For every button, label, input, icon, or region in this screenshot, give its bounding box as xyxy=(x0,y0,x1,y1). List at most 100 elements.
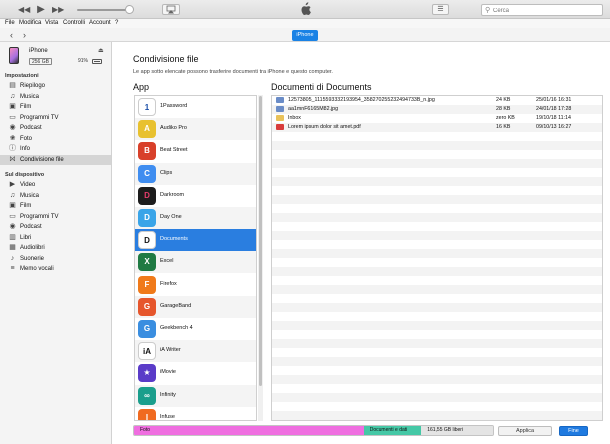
app-name: Excel xyxy=(160,258,174,265)
document-size: 16 KB xyxy=(496,124,511,130)
app-row-infuse[interactable]: I Infuse xyxy=(135,407,256,420)
storage-segment: Foto xyxy=(134,426,364,435)
sidebar-item-musica[interactable]: ♫ Musica xyxy=(0,92,111,102)
sidebar-item-film[interactable]: ▣ Film xyxy=(0,201,111,211)
sidebar-item-label: Libri xyxy=(20,234,32,241)
app-row-infinity[interactable]: ∞ Infinity xyxy=(135,384,256,407)
forward-arrow-icon[interactable]: › xyxy=(23,29,26,41)
app-icon: G xyxy=(138,320,156,338)
app-name: Infinity xyxy=(160,391,176,398)
document-row[interactable]: Lorem ipsum dolor sit amet.pdf 16 KB 09/10… xyxy=(272,123,602,132)
photo-icon: ❀ xyxy=(9,134,16,142)
list-icon: ☰ xyxy=(437,6,444,13)
app-row-geekbench-4[interactable]: G Geekbench 4 xyxy=(135,318,256,340)
sidebar-item-label: Podcast xyxy=(20,224,42,230)
fast-forward-icon[interactable]: ▶▶ xyxy=(52,4,64,15)
sidebar-item-musica[interactable]: ♫ Musica xyxy=(0,191,111,201)
sidebar-item-label: Musica xyxy=(20,192,40,199)
play-icon[interactable]: ▶ xyxy=(35,4,47,15)
search-input[interactable] xyxy=(493,6,598,15)
volume-knob[interactable] xyxy=(125,5,134,14)
sidebar-item-memo-vocali[interactable]: ≡ Memo vocali xyxy=(0,264,111,274)
eject-icon[interactable]: ⏏ xyxy=(98,47,104,54)
page-title: Condivisione file xyxy=(133,54,199,64)
document-date: 25/01/16 16:31 xyxy=(536,97,572,103)
app-row-excel[interactable]: X Excel xyxy=(135,251,256,274)
tv-icon: ▭ xyxy=(9,212,16,220)
sidebar-item-podcast[interactable]: ◉ Podcast xyxy=(0,222,111,232)
menu-help[interactable]: ? xyxy=(115,19,118,28)
podcast-icon: ◉ xyxy=(9,223,16,230)
document-row[interactable]: aa1mnF6165M82.jpg 28 KB 24/01/18 17:28 xyxy=(272,105,602,114)
apps-header: App xyxy=(133,82,150,92)
sidebar-item-label: Programmi TV xyxy=(20,213,59,220)
menu-vista[interactable]: Vista xyxy=(45,19,58,28)
app-icon: ∞ xyxy=(138,386,156,405)
app-row-documents[interactable]: D Documents xyxy=(135,229,256,252)
sidebar-item-programmi-tv[interactable]: ▭ Programmi TV xyxy=(0,113,111,123)
document-name: Lorem ipsum dolor sit amet.pdf xyxy=(288,124,361,130)
sidebar-item-audiolibri[interactable]: ▦ Audiolibri xyxy=(0,243,111,253)
on-device-header: Sul dispositivo xyxy=(5,172,45,178)
app-icon: D xyxy=(138,186,156,205)
app-name: Geekbench 4 xyxy=(160,325,193,331)
sidebar-item-riepilogo[interactable]: ▤ Riepilogo xyxy=(0,81,111,91)
list-view-button[interactable]: ☰ xyxy=(432,4,449,15)
done-button[interactable]: Fine xyxy=(559,426,588,436)
menu-account[interactable]: Account xyxy=(89,19,111,28)
app-row-ia-writer[interactable]: iA iA Writer xyxy=(135,340,256,363)
back-arrow-icon[interactable]: ‹ xyxy=(10,29,13,41)
app-name: GarageBand xyxy=(160,302,192,309)
app-list-scroll-thumb[interactable] xyxy=(259,96,262,386)
document-row[interactable]: 12573805_1115593332193954_35827025523249… xyxy=(272,96,602,105)
app-row-day-one[interactable]: D Day One xyxy=(135,207,256,229)
sidebar-item-foto[interactable]: ❀ Foto xyxy=(0,134,111,144)
sidebar-item-label: Film xyxy=(20,203,32,209)
audiobooks-icon: ▦ xyxy=(9,244,16,251)
sidebar-item-info[interactable]: ⓘ Info xyxy=(0,144,111,154)
app-row-imovie[interactable]: ★ iMovie xyxy=(135,362,256,384)
iphone-icon xyxy=(9,47,19,64)
apple-logo-icon xyxy=(301,2,311,16)
document-date: 19/10/18 11:14 xyxy=(536,115,571,121)
sidebar-item-film[interactable]: ▣ Film xyxy=(0,102,111,112)
video-icon: ▶ xyxy=(9,181,16,188)
sidebar: iPhone ⏏ 256 GB 91% Impostazioni ▤ Riepil… xyxy=(0,42,112,444)
search-box[interactable]: ⚲ xyxy=(481,4,603,16)
podcast-icon: ◉ xyxy=(9,124,16,131)
app-row-firefox[interactable]: F Firefox xyxy=(135,274,256,296)
volume-slider[interactable] xyxy=(77,9,132,11)
sidebar-item-video[interactable]: ▶ Video xyxy=(0,180,111,190)
summary-icon: ▤ xyxy=(9,82,16,89)
info-icon: ⓘ xyxy=(9,145,16,152)
sidebar-item-podcast[interactable]: ◉ Podcast xyxy=(0,123,111,133)
menu-bar: File Modifica Vista Controlli Account ? xyxy=(0,19,610,28)
apply-button[interactable]: Applica xyxy=(498,426,552,436)
app-row-beat-street[interactable]: B Beat Street xyxy=(135,140,256,162)
app-icon: A xyxy=(138,120,156,139)
sidebar-item-programmi-tv[interactable]: ▭ Programmi TV xyxy=(0,212,111,222)
app-row-1password[interactable]: 1 1Password xyxy=(135,96,256,118)
app-row-garageband[interactable]: G GarageBand xyxy=(135,295,256,318)
airplay-button[interactable] xyxy=(162,4,180,15)
app-row-darkroom[interactable]: D Darkroom xyxy=(135,185,256,207)
app-icon: X xyxy=(138,253,156,272)
menu-modifica[interactable]: Modifica xyxy=(19,19,41,28)
sidebar-item-label: Riepilogo xyxy=(20,83,46,89)
app-name: iA Writer xyxy=(160,347,181,354)
image-file-icon xyxy=(276,97,284,103)
app-row-clips[interactable]: C Clips xyxy=(135,162,256,185)
app-row-audiko-pro[interactable]: A Audiko Pro xyxy=(135,118,256,141)
menu-controlli[interactable]: Controlli xyxy=(63,19,85,28)
app-icon: C xyxy=(138,164,156,183)
document-date: 24/01/18 17:28 xyxy=(536,106,572,112)
rewind-icon[interactable]: ◀◀ xyxy=(18,4,30,15)
nav-bar: ‹ › iPhone xyxy=(0,28,610,42)
sidebar-item-condivisione-file[interactable]: ⨝ Condivisione file xyxy=(0,154,111,165)
sidebar-item-suonerie[interactable]: ♪ Suonerie xyxy=(0,254,111,264)
menu-file[interactable]: File xyxy=(5,19,15,28)
sidebar-item-libri[interactable]: ▥ Libri xyxy=(0,233,111,243)
document-row[interactable]: Inbox zero KB 19/10/18 11:14 xyxy=(272,114,602,123)
device-button[interactable]: iPhone xyxy=(292,30,318,41)
voice-memo-icon: ≡ xyxy=(10,265,15,272)
